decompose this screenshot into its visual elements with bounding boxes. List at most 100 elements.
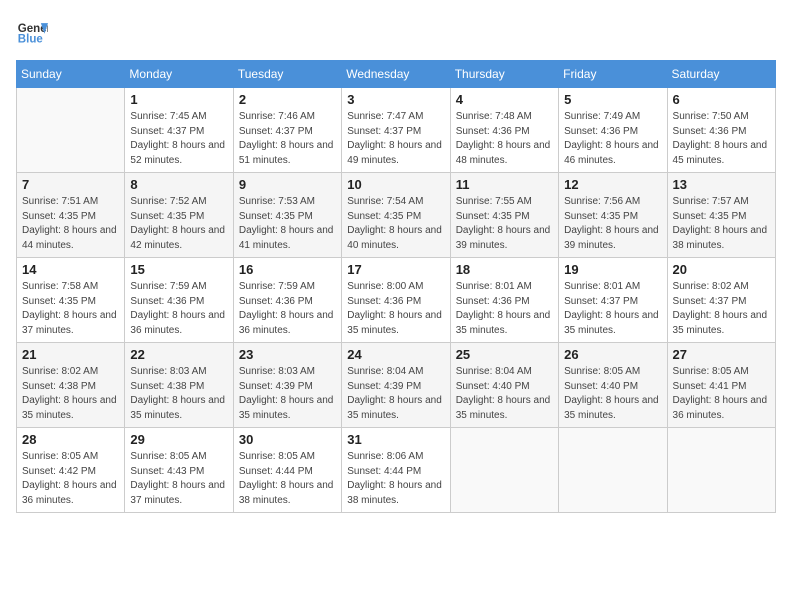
calendar-cell: 15 Sunrise: 7:59 AM Sunset: 4:36 PM Dayl… [125, 258, 233, 343]
calendar-cell [450, 428, 558, 513]
day-info: Sunrise: 8:01 AM Sunset: 4:37 PM Dayligh… [564, 280, 661, 338]
calendar-cell: 25 Sunrise: 8:04 AM Sunset: 4:40 PM Dayl… [450, 343, 558, 428]
calendar-cell: 14 Sunrise: 7:58 AM Sunset: 4:35 PM Dayl… [17, 258, 125, 343]
day-number: 4 [456, 92, 553, 107]
day-number: 6 [673, 92, 770, 107]
day-info: Sunrise: 7:49 AM Sunset: 4:36 PM Dayligh… [564, 110, 661, 168]
calendar-cell: 6 Sunrise: 7:50 AM Sunset: 4:36 PM Dayli… [667, 88, 775, 173]
day-info: Sunrise: 8:05 AM Sunset: 4:40 PM Dayligh… [564, 365, 661, 423]
day-info: Sunrise: 7:48 AM Sunset: 4:36 PM Dayligh… [456, 110, 553, 168]
day-info: Sunrise: 8:05 AM Sunset: 4:44 PM Dayligh… [239, 450, 336, 508]
day-number: 3 [347, 92, 444, 107]
day-info: Sunrise: 7:52 AM Sunset: 4:35 PM Dayligh… [130, 195, 227, 253]
day-number: 18 [456, 262, 553, 277]
day-info: Sunrise: 7:57 AM Sunset: 4:35 PM Dayligh… [673, 195, 770, 253]
calendar-cell [559, 428, 667, 513]
day-number: 29 [130, 432, 227, 447]
weekday-header-friday: Friday [559, 61, 667, 88]
calendar-table: SundayMondayTuesdayWednesdayThursdayFrid… [16, 60, 776, 513]
calendar-cell: 26 Sunrise: 8:05 AM Sunset: 4:40 PM Dayl… [559, 343, 667, 428]
calendar-cell: 22 Sunrise: 8:03 AM Sunset: 4:38 PM Dayl… [125, 343, 233, 428]
day-info: Sunrise: 7:47 AM Sunset: 4:37 PM Dayligh… [347, 110, 444, 168]
calendar-cell: 30 Sunrise: 8:05 AM Sunset: 4:44 PM Dayl… [233, 428, 341, 513]
day-number: 2 [239, 92, 336, 107]
calendar-cell: 10 Sunrise: 7:54 AM Sunset: 4:35 PM Dayl… [342, 173, 450, 258]
day-number: 23 [239, 347, 336, 362]
day-info: Sunrise: 8:02 AM Sunset: 4:37 PM Dayligh… [673, 280, 770, 338]
calendar-cell: 4 Sunrise: 7:48 AM Sunset: 4:36 PM Dayli… [450, 88, 558, 173]
day-number: 13 [673, 177, 770, 192]
day-number: 22 [130, 347, 227, 362]
day-number: 1 [130, 92, 227, 107]
calendar-cell: 28 Sunrise: 8:05 AM Sunset: 4:42 PM Dayl… [17, 428, 125, 513]
day-number: 17 [347, 262, 444, 277]
calendar-cell: 31 Sunrise: 8:06 AM Sunset: 4:44 PM Dayl… [342, 428, 450, 513]
day-info: Sunrise: 8:00 AM Sunset: 4:36 PM Dayligh… [347, 280, 444, 338]
calendar-cell: 23 Sunrise: 8:03 AM Sunset: 4:39 PM Dayl… [233, 343, 341, 428]
weekday-header-wednesday: Wednesday [342, 61, 450, 88]
calendar-cell: 27 Sunrise: 8:05 AM Sunset: 4:41 PM Dayl… [667, 343, 775, 428]
weekday-header-saturday: Saturday [667, 61, 775, 88]
day-info: Sunrise: 8:04 AM Sunset: 4:39 PM Dayligh… [347, 365, 444, 423]
calendar-cell: 24 Sunrise: 8:04 AM Sunset: 4:39 PM Dayl… [342, 343, 450, 428]
day-number: 14 [22, 262, 119, 277]
day-info: Sunrise: 8:03 AM Sunset: 4:38 PM Dayligh… [130, 365, 227, 423]
day-number: 5 [564, 92, 661, 107]
logo-icon: General Blue [16, 16, 48, 48]
calendar-cell: 21 Sunrise: 8:02 AM Sunset: 4:38 PM Dayl… [17, 343, 125, 428]
calendar-cell: 8 Sunrise: 7:52 AM Sunset: 4:35 PM Dayli… [125, 173, 233, 258]
day-number: 12 [564, 177, 661, 192]
day-info: Sunrise: 7:51 AM Sunset: 4:35 PM Dayligh… [22, 195, 119, 253]
weekday-header-sunday: Sunday [17, 61, 125, 88]
calendar-cell [17, 88, 125, 173]
svg-text:Blue: Blue [18, 34, 44, 46]
day-info: Sunrise: 7:59 AM Sunset: 4:36 PM Dayligh… [239, 280, 336, 338]
calendar-cell: 18 Sunrise: 8:01 AM Sunset: 4:36 PM Dayl… [450, 258, 558, 343]
page-header: General Blue [16, 16, 776, 48]
calendar-cell: 3 Sunrise: 7:47 AM Sunset: 4:37 PM Dayli… [342, 88, 450, 173]
day-info: Sunrise: 7:46 AM Sunset: 4:37 PM Dayligh… [239, 110, 336, 168]
day-info: Sunrise: 8:02 AM Sunset: 4:38 PM Dayligh… [22, 365, 119, 423]
day-number: 19 [564, 262, 661, 277]
day-number: 26 [564, 347, 661, 362]
day-info: Sunrise: 7:53 AM Sunset: 4:35 PM Dayligh… [239, 195, 336, 253]
calendar-cell: 2 Sunrise: 7:46 AM Sunset: 4:37 PM Dayli… [233, 88, 341, 173]
day-number: 31 [347, 432, 444, 447]
calendar-cell: 1 Sunrise: 7:45 AM Sunset: 4:37 PM Dayli… [125, 88, 233, 173]
day-info: Sunrise: 7:56 AM Sunset: 4:35 PM Dayligh… [564, 195, 661, 253]
day-info: Sunrise: 8:05 AM Sunset: 4:41 PM Dayligh… [673, 365, 770, 423]
calendar-cell [667, 428, 775, 513]
calendar-cell: 11 Sunrise: 7:55 AM Sunset: 4:35 PM Dayl… [450, 173, 558, 258]
calendar-cell: 29 Sunrise: 8:05 AM Sunset: 4:43 PM Dayl… [125, 428, 233, 513]
day-number: 27 [673, 347, 770, 362]
day-info: Sunrise: 7:55 AM Sunset: 4:35 PM Dayligh… [456, 195, 553, 253]
day-number: 16 [239, 262, 336, 277]
calendar-cell: 9 Sunrise: 7:53 AM Sunset: 4:35 PM Dayli… [233, 173, 341, 258]
calendar-cell: 20 Sunrise: 8:02 AM Sunset: 4:37 PM Dayl… [667, 258, 775, 343]
day-number: 24 [347, 347, 444, 362]
day-number: 9 [239, 177, 336, 192]
day-info: Sunrise: 8:03 AM Sunset: 4:39 PM Dayligh… [239, 365, 336, 423]
weekday-header-monday: Monday [125, 61, 233, 88]
day-info: Sunrise: 7:58 AM Sunset: 4:35 PM Dayligh… [22, 280, 119, 338]
day-info: Sunrise: 8:01 AM Sunset: 4:36 PM Dayligh… [456, 280, 553, 338]
day-info: Sunrise: 7:50 AM Sunset: 4:36 PM Dayligh… [673, 110, 770, 168]
day-info: Sunrise: 7:45 AM Sunset: 4:37 PM Dayligh… [130, 110, 227, 168]
calendar-cell: 17 Sunrise: 8:00 AM Sunset: 4:36 PM Dayl… [342, 258, 450, 343]
day-info: Sunrise: 7:54 AM Sunset: 4:35 PM Dayligh… [347, 195, 444, 253]
day-info: Sunrise: 7:59 AM Sunset: 4:36 PM Dayligh… [130, 280, 227, 338]
weekday-header-tuesday: Tuesday [233, 61, 341, 88]
calendar-cell: 19 Sunrise: 8:01 AM Sunset: 4:37 PM Dayl… [559, 258, 667, 343]
calendar-cell: 13 Sunrise: 7:57 AM Sunset: 4:35 PM Dayl… [667, 173, 775, 258]
day-number: 8 [130, 177, 227, 192]
calendar-cell: 12 Sunrise: 7:56 AM Sunset: 4:35 PM Dayl… [559, 173, 667, 258]
day-number: 25 [456, 347, 553, 362]
calendar-cell: 5 Sunrise: 7:49 AM Sunset: 4:36 PM Dayli… [559, 88, 667, 173]
day-info: Sunrise: 8:04 AM Sunset: 4:40 PM Dayligh… [456, 365, 553, 423]
day-number: 11 [456, 177, 553, 192]
day-number: 30 [239, 432, 336, 447]
day-info: Sunrise: 8:06 AM Sunset: 4:44 PM Dayligh… [347, 450, 444, 508]
logo: General Blue [16, 16, 48, 48]
calendar-cell: 16 Sunrise: 7:59 AM Sunset: 4:36 PM Dayl… [233, 258, 341, 343]
day-info: Sunrise: 8:05 AM Sunset: 4:43 PM Dayligh… [130, 450, 227, 508]
